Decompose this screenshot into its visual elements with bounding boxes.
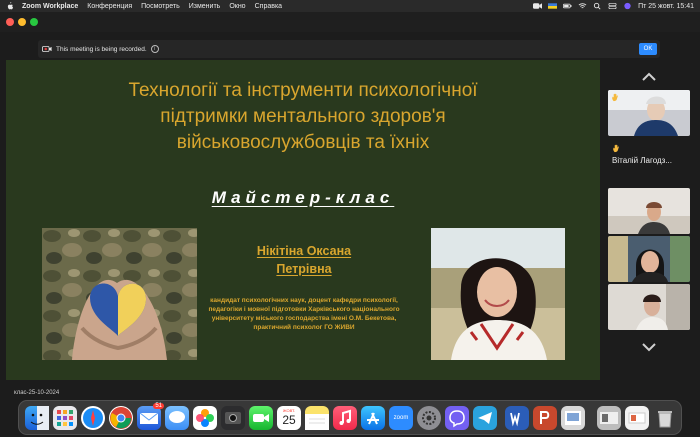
control-center-icon[interactable] bbox=[608, 2, 617, 10]
window-close-button[interactable] bbox=[6, 18, 14, 26]
recording-ok-button[interactable]: OK bbox=[639, 43, 657, 55]
speaker-portrait-photo bbox=[431, 228, 565, 360]
gallery-up-arrow-icon[interactable] bbox=[641, 72, 657, 82]
notes-icon[interactable] bbox=[305, 406, 329, 430]
calendar-day: 25 bbox=[282, 413, 296, 427]
menu-bar: Zoom Workplace Конференция Посмотреть Из… bbox=[0, 0, 700, 12]
participant-video bbox=[608, 90, 690, 136]
speaker-name-line: Петрівна bbox=[276, 262, 332, 276]
gallery-down-arrow-icon[interactable] bbox=[641, 342, 657, 352]
battery-icon[interactable] bbox=[563, 2, 572, 10]
wifi-icon[interactable] bbox=[578, 2, 587, 10]
participant-tile[interactable] bbox=[608, 188, 690, 234]
menu-edit[interactable]: Изменить bbox=[189, 3, 221, 10]
speaker-bio: кандидат психологічних наук, доцент кафе… bbox=[208, 297, 400, 331]
dock: 51 ЖОВТ. 25 zoom bbox=[18, 400, 682, 435]
mail-icon[interactable]: 51 bbox=[137, 403, 164, 430]
participant-tile[interactable] bbox=[608, 284, 690, 330]
siri-icon[interactable] bbox=[623, 2, 632, 10]
powerpoint-icon[interactable] bbox=[533, 406, 557, 430]
zoom-icon[interactable]: zoom bbox=[389, 406, 413, 430]
word-icon[interactable] bbox=[505, 406, 529, 430]
launchpad-icon[interactable] bbox=[53, 406, 77, 430]
apple-icon[interactable] bbox=[6, 2, 14, 10]
heart-hands-photo bbox=[42, 228, 197, 360]
search-icon[interactable] bbox=[593, 2, 602, 10]
participant-video bbox=[608, 236, 690, 282]
trash-icon[interactable] bbox=[653, 406, 677, 430]
participant-tile[interactable] bbox=[608, 90, 690, 136]
zoom-label: zoom bbox=[393, 415, 409, 421]
raised-hand-icon bbox=[612, 93, 618, 102]
recording-banner: This meeting is being recorded. i OK bbox=[38, 40, 660, 58]
photos-icon[interactable] bbox=[193, 406, 217, 430]
status-area: Пт 25 жовт. 15:41 bbox=[533, 2, 694, 10]
chrome-icon[interactable] bbox=[109, 406, 133, 430]
speaker-portrait-image bbox=[431, 228, 565, 360]
music-icon[interactable] bbox=[333, 406, 357, 430]
zoom-status-icon[interactable] bbox=[533, 2, 543, 10]
participant-video bbox=[608, 188, 690, 234]
menu-app-name[interactable]: Zoom Workplace bbox=[22, 3, 78, 10]
recording-message: This meeting is being recorded. bbox=[56, 45, 147, 53]
app-store-icon[interactable] bbox=[361, 406, 385, 430]
keyboard-flag-icon[interactable] bbox=[548, 2, 558, 10]
menu-help[interactable]: Справка bbox=[255, 3, 282, 10]
recent-file-icon[interactable] bbox=[597, 406, 621, 430]
system-settings-icon[interactable] bbox=[417, 406, 441, 430]
mail-badge: 51 bbox=[153, 403, 164, 409]
slide-title: Технології та інструменти психологічної … bbox=[46, 78, 560, 156]
participant-gallery: Віталій Лагодз... bbox=[604, 60, 694, 360]
window-fullscreen-button[interactable] bbox=[30, 18, 38, 26]
screen: Zoom Workplace Конференция Посмотреть Из… bbox=[0, 0, 700, 437]
facetime-icon[interactable] bbox=[249, 406, 273, 430]
participant-video bbox=[608, 284, 690, 330]
slide-title-line: військовослужбовців та їхніх bbox=[176, 132, 430, 153]
recording-icon bbox=[42, 46, 52, 52]
finder-icon[interactable] bbox=[25, 406, 49, 430]
viber-icon[interactable] bbox=[445, 406, 469, 430]
slide-title-line: Технології та інструменти психологічної bbox=[128, 80, 478, 101]
menu-conference[interactable]: Конференция bbox=[87, 3, 132, 10]
speaker-name-line: Нікітіна Оксана bbox=[256, 244, 352, 258]
info-icon[interactable]: i bbox=[150, 45, 159, 53]
safari-icon[interactable] bbox=[81, 406, 105, 430]
telegram-icon[interactable] bbox=[473, 406, 497, 430]
recording-file-label: клас-25-10-2024 bbox=[14, 390, 60, 396]
menu-window[interactable]: Окно bbox=[229, 3, 245, 10]
messages-icon[interactable] bbox=[165, 406, 189, 430]
downloads-icon[interactable] bbox=[625, 406, 649, 430]
slide-subtitle: Майстер-клас bbox=[211, 188, 395, 207]
preview-icon[interactable] bbox=[561, 406, 585, 430]
slide-title-line: підтримки ментального здоров'я bbox=[160, 106, 446, 127]
menu-view[interactable]: Посмотреть bbox=[141, 3, 180, 10]
window-minimize-button[interactable] bbox=[18, 18, 26, 26]
shared-slide: Технології та інструменти психологічної … bbox=[6, 60, 600, 380]
calendar-icon[interactable]: ЖОВТ. 25 bbox=[277, 406, 301, 430]
photo-booth-icon[interactable] bbox=[221, 406, 245, 430]
raised-hand-icon bbox=[613, 144, 619, 153]
speaker-name: Нікітіна Оксана Петрівна bbox=[228, 242, 380, 278]
window-titlebar bbox=[0, 12, 700, 32]
heart-hands-image bbox=[42, 228, 197, 360]
menu-clock[interactable]: Пт 25 жовт. 15:41 bbox=[638, 3, 694, 10]
participant-tile[interactable] bbox=[608, 236, 690, 282]
participant-name: Віталій Лагодз... bbox=[612, 156, 672, 165]
